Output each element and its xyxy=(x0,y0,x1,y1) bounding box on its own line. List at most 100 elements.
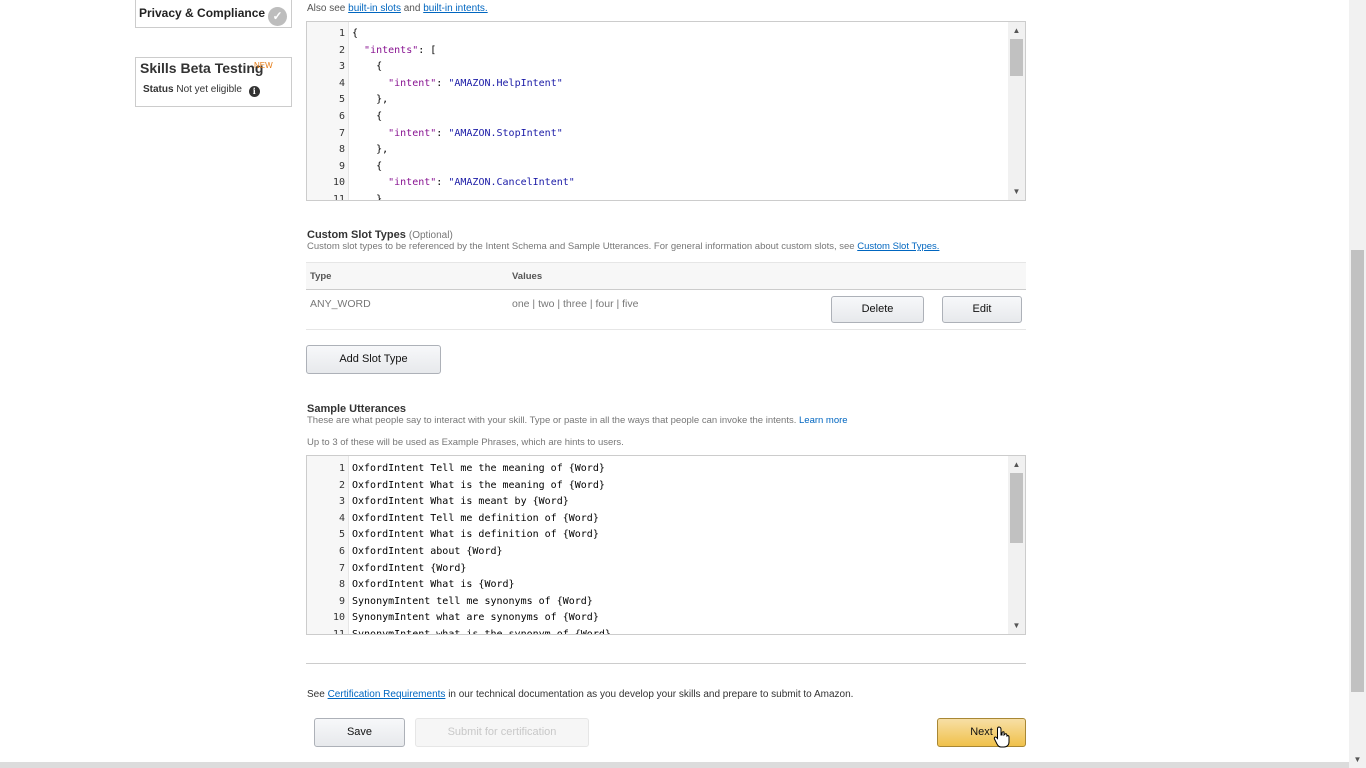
line-number: 3 xyxy=(338,61,345,73)
line-number: 1 xyxy=(338,28,345,39)
see-text: See xyxy=(307,689,325,700)
info-icon[interactable]: i xyxy=(248,86,260,97)
scroll-up-icon[interactable]: ▲ xyxy=(1008,22,1025,39)
also-see-prefix: Also see xyxy=(307,3,346,14)
optional-label: (Optional) xyxy=(408,230,453,241)
code-text[interactable]: "intent": "AMAZON.CancelIntent" xyxy=(352,174,575,191)
section-title-text: Custom Slot Types xyxy=(307,229,406,241)
code-text[interactable]: { xyxy=(352,158,382,175)
custom-slot-types-link[interactable]: Custom Slot Types. xyxy=(857,241,939,252)
add-slot-type-button[interactable]: Add Slot Type xyxy=(306,345,441,374)
line-number: 1 xyxy=(338,463,345,474)
code-text[interactable]: "intents": [ xyxy=(352,42,436,59)
line-number: 8 xyxy=(338,579,345,591)
code-text[interactable]: SynonymIntent tell me synonyms of {Word} xyxy=(352,593,593,610)
desc-text: These are what people say to interact wi… xyxy=(307,415,797,426)
col-type-header: Type xyxy=(310,271,332,282)
delete-button[interactable]: Delete xyxy=(831,296,924,323)
slot-values-cell: one | two | three | four | five xyxy=(512,298,639,310)
editor-scrollbar[interactable]: ▲ ▼ xyxy=(1008,456,1025,634)
save-button[interactable]: Save xyxy=(314,718,405,747)
next-button[interactable]: Next xyxy=(937,718,1026,747)
code-text[interactable]: OxfordIntent What is {Word} xyxy=(352,576,515,593)
code-text[interactable]: { xyxy=(352,58,382,75)
line-number: 7 xyxy=(338,562,345,574)
slot-type-cell: ANY_WORD xyxy=(310,298,371,310)
code-text[interactable]: { xyxy=(352,108,382,125)
table-header: Type Values xyxy=(306,262,1026,290)
scroll-down-icon[interactable]: ▼ xyxy=(1008,183,1025,200)
code-text[interactable]: OxfordIntent Tell me definition of {Word… xyxy=(352,510,599,527)
code-text[interactable]: }, xyxy=(352,141,388,158)
edit-button[interactable]: Edit xyxy=(942,296,1022,323)
line-number: 2 xyxy=(338,44,345,56)
builtin-intents-link[interactable]: built-in intents. xyxy=(423,3,487,14)
beta-status: Status Not yet eligible i xyxy=(143,84,260,97)
code-text[interactable]: OxfordIntent What is the meaning of {Wor… xyxy=(352,477,605,494)
scroll-down-icon[interactable]: ▼ xyxy=(1008,617,1025,634)
code-text[interactable]: }, xyxy=(352,91,388,108)
certification-note: See Certification Requirements in our te… xyxy=(307,689,853,700)
code-text[interactable]: OxfordIntent What is definition of {Word… xyxy=(352,526,599,543)
status-label: Status xyxy=(143,84,174,95)
checkmark-icon: ✓ xyxy=(268,7,287,26)
sidebar-item-label: Privacy & Compliance xyxy=(139,6,266,20)
code-text[interactable]: OxfordIntent {Word} xyxy=(352,560,466,577)
horizontal-scrollbar[interactable] xyxy=(0,762,1349,768)
sample-utterances-desc: These are what people say to interact wi… xyxy=(307,415,848,426)
line-number: 11 xyxy=(332,629,345,635)
example-phrases-hint: Up to 3 of these will be used as Example… xyxy=(307,437,624,448)
divider xyxy=(306,663,1026,664)
hand-cursor-icon xyxy=(993,726,1010,748)
line-number: 7 xyxy=(338,127,345,139)
scroll-up-icon[interactable]: ▲ xyxy=(1008,456,1025,473)
and-text: and xyxy=(403,3,421,14)
code-text[interactable]: "intent": "AMAZON.HelpIntent" xyxy=(352,75,563,92)
code-text[interactable]: SynonymIntent what is the synonym of {Wo… xyxy=(352,626,611,634)
line-number: 10 xyxy=(332,177,345,189)
page-scroll-thumb[interactable] xyxy=(1351,250,1364,692)
intent-schema-editor[interactable]: 1 {2 "intents": [ 3 {4 "intent": "AMAZON.H… xyxy=(306,21,1026,201)
code-text[interactable]: OxfordIntent What is meant by {Word} xyxy=(352,493,569,510)
code-text[interactable]: } xyxy=(352,191,382,200)
sample-utterances-title: Sample Utterances xyxy=(307,403,407,415)
code-text[interactable]: OxfordIntent Tell me the meaning of {Wor… xyxy=(352,460,605,477)
slot-types-table: Type Values ANY_WORD one | two | three |… xyxy=(306,262,1026,330)
builtin-slots-link[interactable]: built-in slots xyxy=(348,3,401,14)
line-number: 6 xyxy=(338,111,345,122)
also-see-text: Also see built-in slots and built-in int… xyxy=(307,3,488,14)
skills-beta-testing-panel: Skills Beta Testing NEW Status Not yet e… xyxy=(135,57,292,107)
line-number: 6 xyxy=(338,546,345,557)
line-number: 3 xyxy=(338,496,345,508)
line-number: 9 xyxy=(338,595,345,607)
sample-utterances-editor[interactable]: 1 OxfordIntent Tell me the meaning of {Wo… xyxy=(306,455,1026,635)
beta-title: Skills Beta Testing xyxy=(140,60,264,76)
custom-slot-types-desc: Custom slot types to be referenced by th… xyxy=(307,241,939,252)
code-text[interactable]: OxfordIntent about {Word} xyxy=(352,543,503,560)
line-number: 10 xyxy=(332,612,345,624)
table-row: ANY_WORD one | two | three | four | five… xyxy=(306,290,1026,330)
line-number: 9 xyxy=(338,160,345,172)
custom-slot-types-title: Custom Slot Types (Optional) xyxy=(307,229,453,241)
line-number: 2 xyxy=(338,479,345,491)
scroll-thumb[interactable] xyxy=(1010,39,1023,76)
col-values-header: Values xyxy=(512,271,543,282)
code-text[interactable]: "intent": "AMAZON.StopIntent" xyxy=(352,125,563,142)
certification-requirements-link[interactable]: Certification Requirements xyxy=(328,689,446,700)
learn-more-link[interactable]: Learn more xyxy=(799,415,848,426)
line-number: 4 xyxy=(338,77,345,89)
scroll-down-icon[interactable]: ▼ xyxy=(1349,751,1366,768)
submit-for-certification-button[interactable]: Submit for certification xyxy=(415,718,589,747)
page-scrollbar[interactable]: ▼ xyxy=(1349,0,1366,768)
scroll-thumb[interactable] xyxy=(1010,473,1023,543)
line-number: 8 xyxy=(338,144,345,156)
code-text[interactable]: SynonymIntent what are synonyms of {Word… xyxy=(352,609,599,626)
cert-rest-text: in our technical documentation as you de… xyxy=(448,689,854,700)
code-text[interactable]: { xyxy=(352,25,358,42)
line-number: 5 xyxy=(338,529,345,541)
line-number: 4 xyxy=(338,512,345,524)
desc-text: Custom slot types to be referenced by th… xyxy=(307,241,855,252)
line-number: 11 xyxy=(332,194,345,201)
sidebar-item-privacy-compliance[interactable]: Privacy & Compliance ✓ xyxy=(135,0,292,28)
editor-scrollbar[interactable]: ▲ ▼ xyxy=(1008,22,1025,200)
